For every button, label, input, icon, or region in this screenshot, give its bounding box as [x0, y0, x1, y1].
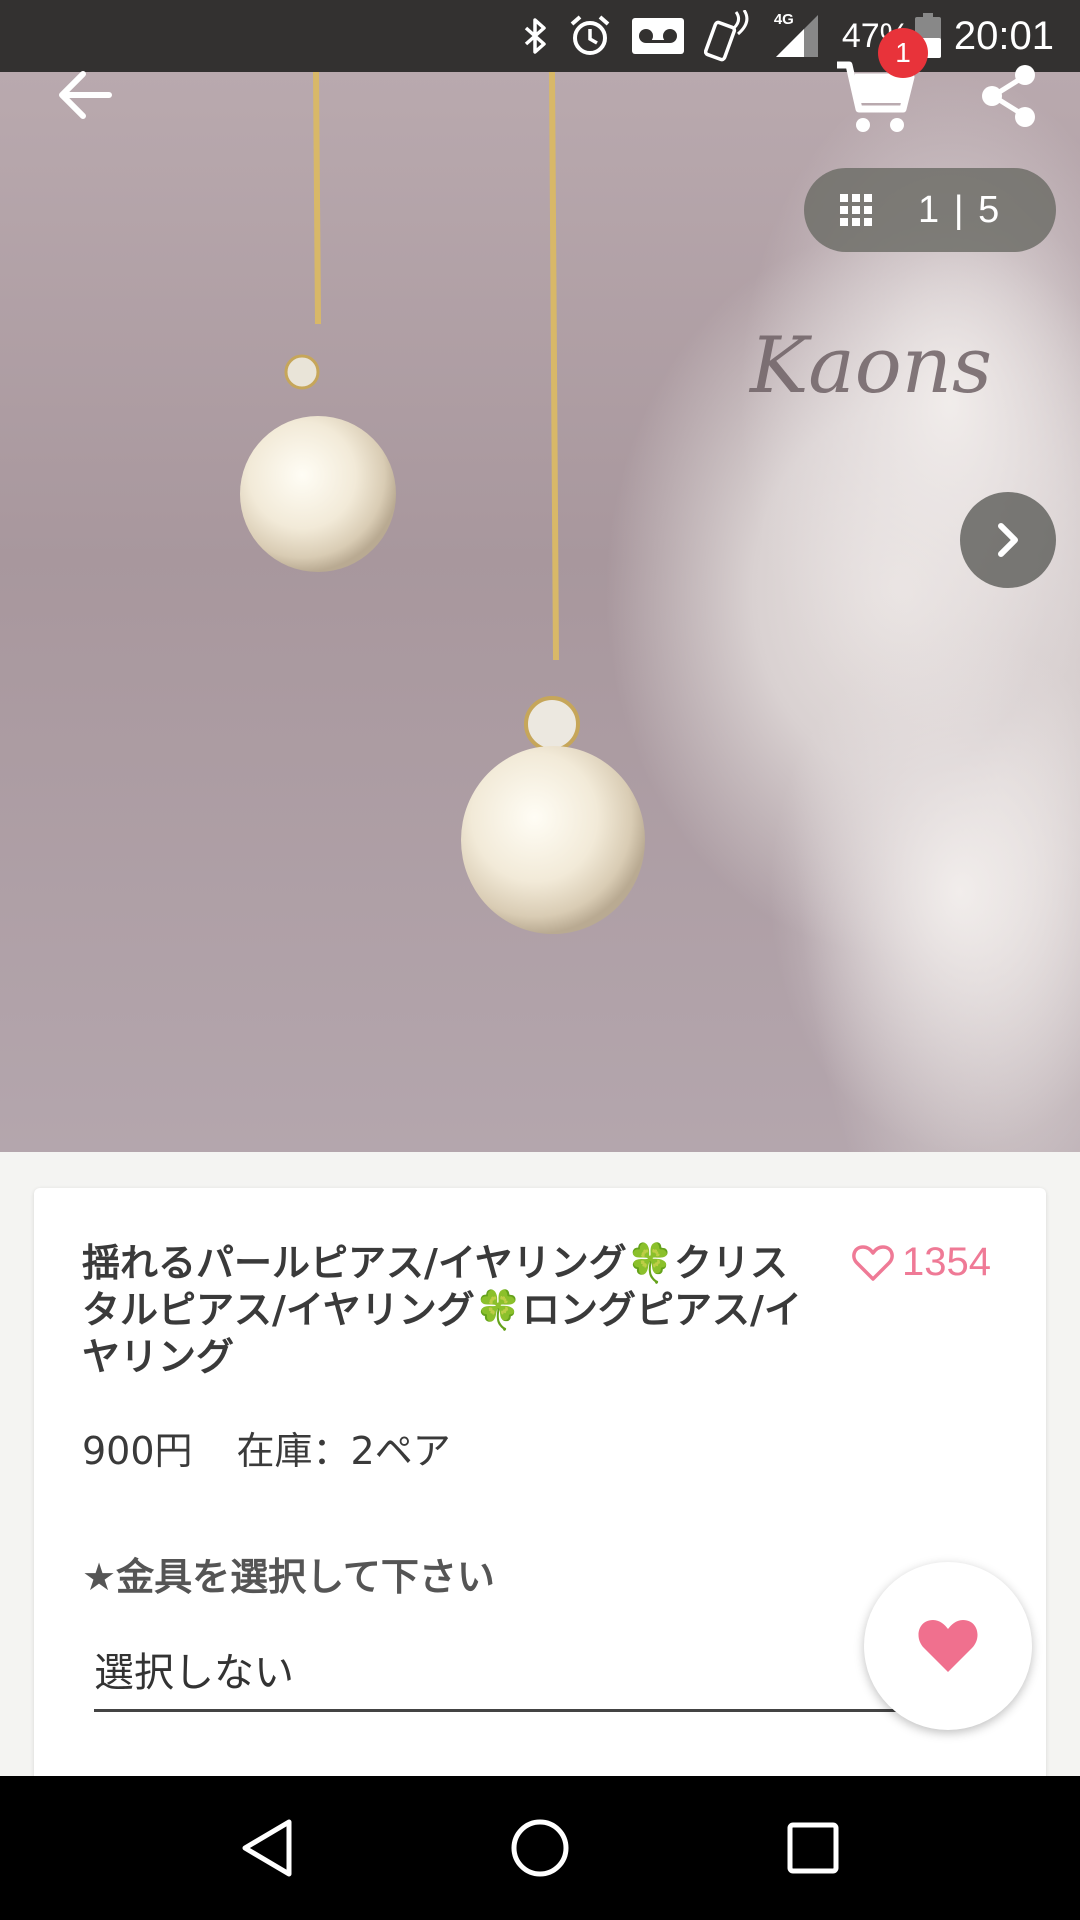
- alarm-icon: [568, 14, 612, 58]
- stock: 在庫：2ペア: [236, 1429, 451, 1473]
- like-counter[interactable]: 1354: [852, 1240, 991, 1285]
- bluetooth-icon: [520, 16, 550, 56]
- product-title: 揺れるパールピアス/イヤリング🍀クリスタルピアス/イヤリング🍀ロングピアス/イヤ…: [82, 1241, 802, 1379]
- nav-recents-button[interactable]: [758, 1793, 868, 1903]
- nfc-icon: [703, 10, 756, 62]
- gallery-counter-button[interactable]: 1 | 5: [804, 168, 1056, 252]
- heart-outline-icon: [852, 1244, 894, 1281]
- image-counter: 1 | 5: [918, 188, 1002, 231]
- option-select[interactable]: 選択しない: [94, 1628, 986, 1712]
- signal-icon: 4G: [773, 11, 820, 59]
- cart-count-badge: 1: [878, 28, 928, 78]
- nav-back-button[interactable]: [212, 1793, 322, 1903]
- option-label: ★金具を選択して下さい: [82, 1555, 495, 1599]
- chevron-right-icon: [998, 523, 1018, 557]
- option-selected-value: 選択しない: [94, 1650, 294, 1696]
- share-icon: [982, 65, 1035, 127]
- back-arrow-icon: [59, 71, 112, 119]
- price: 900円: [82, 1429, 193, 1473]
- network-type-label: 4G: [773, 11, 794, 28]
- nav-home-button[interactable]: [485, 1793, 595, 1903]
- price-stock-row: 900円 在庫：2ペア: [82, 1420, 451, 1475]
- nav-recents-icon: [787, 1822, 839, 1874]
- nav-back-icon: [242, 1819, 292, 1877]
- share-button[interactable]: [964, 48, 1054, 144]
- next-image-button[interactable]: [960, 492, 1056, 588]
- grid-icon: [840, 194, 872, 226]
- system-nav-bar: [0, 1776, 1080, 1920]
- back-button[interactable]: [40, 50, 130, 140]
- like-count: 1354: [902, 1240, 991, 1284]
- voicemail-icon: [630, 16, 686, 56]
- heart-icon: [918, 1620, 978, 1672]
- watermark-text: Kaons: [748, 321, 992, 411]
- nav-home-icon: [511, 1819, 569, 1877]
- favorite-button[interactable]: [864, 1562, 1032, 1730]
